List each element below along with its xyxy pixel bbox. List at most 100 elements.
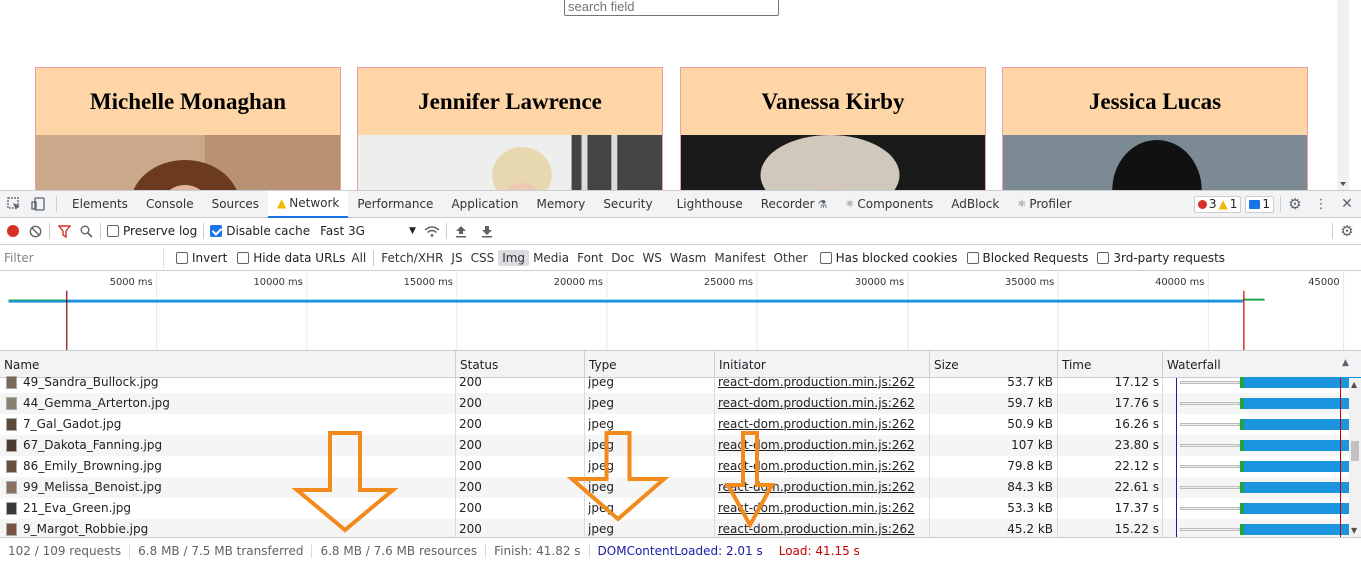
cell-status: 200 [459,459,482,473]
filter-type-css[interactable]: CSS [467,250,499,266]
table-row[interactable]: 67_Dakota_Fanning.jpg 200 jpeg react-dom.pr… [0,435,1361,456]
clear-icon[interactable] [27,223,43,239]
throttling-select[interactable]: Fast 3G ▼ [320,224,416,238]
tab-elements[interactable]: Elements [63,191,137,218]
tab-recorder[interactable]: Recorder ⚗ [752,191,837,218]
network-toolbar: Preserve log Disable cache Fast 3G ▼ ⚙ [0,218,1361,245]
filter-type-manifest[interactable]: Manifest [710,250,769,266]
scrollbar-thumb[interactable] [1351,441,1359,461]
table-row[interactable]: 86_Emily_Browning.jpg 200 jpeg react-dom.pr… [0,456,1361,477]
inspect-element-icon[interactable] [6,196,22,212]
column-divider [929,378,930,537]
search-icon[interactable] [78,223,94,239]
sort-ascending-icon[interactable]: ▲ [1342,358,1349,368]
filter-icon[interactable] [56,223,72,239]
message-icon [1249,199,1261,209]
table-row[interactable]: 49_Sandra_Bullock.jpg 200 jpeg react-dom.pr… [0,372,1361,393]
tab-adblock[interactable]: AdBlock [942,191,1008,218]
third-party-requests-checkbox[interactable]: 3rd-party requests [1097,251,1225,265]
issues-badge[interactable]: 3 ▲ 1 [1193,195,1242,213]
tab-memory[interactable]: Memory [528,191,595,218]
cell-time: 17.37 s [1114,501,1159,515]
tab-sources[interactable]: Sources [203,191,268,218]
gear-icon[interactable]: ⚙ [1287,195,1303,213]
card-title: Jennifer Lawrence [418,89,602,114]
tab-network[interactable]: ▲ Network [268,190,349,218]
network-settings-gear-icon[interactable]: ⚙ [1339,222,1355,240]
table-row[interactable]: 7_Gal_Gadot.jpg 200 jpeg react-dom.producti… [0,414,1361,435]
image-thumbnail-icon [6,439,17,452]
actress-card[interactable]: Jessica Lucas [1002,67,1308,190]
initiator-link[interactable]: react-dom.production.min.js:262 [718,456,923,477]
cell-type: jpeg [588,459,614,473]
tab-profiler[interactable]: ⚛ Profiler [1008,191,1080,218]
network-conditions-icon[interactable] [424,223,440,239]
tab-console[interactable]: Console [137,191,203,218]
cell-time: 17.76 s [1114,396,1159,410]
has-blocked-cookies-checkbox[interactable]: Has blocked cookies [819,251,958,265]
initiator-link[interactable]: react-dom.production.min.js:262 [718,498,923,519]
actress-card[interactable]: Vanessa Kirby [680,67,986,190]
image-thumbnail-icon [6,523,17,536]
waterfall-queue-bar [1180,444,1240,447]
cell-type: jpeg [588,396,614,410]
filter-type-doc[interactable]: Doc [607,250,638,266]
cell-size: 79.8 kB [1007,459,1053,473]
card-photo [1003,135,1307,190]
page-scrollbar[interactable] [1337,0,1349,190]
messages-badge[interactable]: 1 [1245,195,1274,213]
record-button[interactable] [7,225,19,237]
more-options-icon[interactable]: ⋮ [1313,196,1329,212]
device-toolbar-icon[interactable] [30,196,46,212]
tab-application[interactable]: Application [442,191,527,218]
initiator-link[interactable]: react-dom.production.min.js:262 [718,519,923,537]
scroll-down-icon[interactable] [1340,182,1346,186]
tab-components[interactable]: ⚛ Components [836,191,942,218]
filter-input[interactable] [0,247,164,268]
filter-type-ws[interactable]: WS [638,250,665,266]
table-scrollbar[interactable]: ▲ ▼ [1349,378,1361,537]
invert-checkbox[interactable]: Invert [176,251,227,265]
table-row[interactable]: 44_Gemma_Arterton.jpg 200 jpeg react-dom.pr… [0,393,1361,414]
filter-type-js[interactable]: JS [447,250,466,266]
blocked-requests-checkbox[interactable]: Blocked Requests [966,251,1088,265]
filter-type-fetch-xhr[interactable]: Fetch/XHR [377,250,447,266]
import-har-icon[interactable] [453,223,469,239]
preserve-log-checkbox[interactable]: Preserve log [107,224,197,238]
cell-status: 200 [459,480,482,494]
hide-data-urls-checkbox[interactable]: Hide data URLs [237,251,345,265]
initiator-link[interactable]: react-dom.production.min.js:262 [718,372,923,393]
table-row[interactable]: 99_Melissa_Benoist.jpg 200 jpeg react-dom.p… [0,477,1361,498]
filter-type-wasm[interactable]: Wasm [666,250,710,266]
scroll-down-icon[interactable]: ▼ [1351,526,1357,535]
tab-performance[interactable]: Performance [348,191,442,218]
waterfall-download-bar [1244,398,1361,409]
tab-security[interactable]: Security [594,191,661,218]
table-row[interactable]: 21_Eva_Green.jpg 200 jpeg react-dom.product… [0,498,1361,519]
image-thumbnail-icon [6,418,17,431]
close-icon[interactable]: ✕ [1339,196,1355,212]
column-divider [1057,378,1058,537]
actress-card[interactable]: Jennifer Lawrence [357,67,663,190]
initiator-link[interactable]: react-dom.production.min.js:262 [718,435,923,456]
network-overview-timeline[interactable]: 5000 ms 10000 ms 15000 ms 20000 ms 25000 ms 3… [0,271,1361,351]
initiator-link[interactable]: react-dom.production.min.js:262 [718,477,923,498]
filter-type-all[interactable]: All [347,250,370,266]
column-divider [455,378,456,537]
initiator-link[interactable]: react-dom.production.min.js:262 [718,393,923,414]
filter-type-font[interactable]: Font [573,250,607,266]
table-row[interactable]: 9_Margot_Robbie.jpg 200 jpeg react-dom.prod… [0,519,1359,537]
tab-lighthouse[interactable]: Lighthouse [668,191,752,218]
filter-type-other[interactable]: Other [770,250,812,266]
disable-cache-checkbox[interactable]: Disable cache [210,224,310,238]
waterfall-queue-bar [1180,465,1240,468]
actress-card[interactable]: Michelle Monaghan [35,67,341,190]
filter-type-img[interactable]: Img [498,249,530,266]
scroll-up-icon[interactable]: ▲ [1351,380,1357,389]
filter-type-media[interactable]: Media [529,250,573,266]
initiator-link[interactable]: react-dom.production.min.js:262 [718,414,923,435]
timeline-tick-label: 10000 ms [254,277,303,288]
search-input[interactable] [564,0,779,16]
throttling-value: Fast 3G [320,224,365,238]
export-har-icon[interactable] [479,223,495,239]
